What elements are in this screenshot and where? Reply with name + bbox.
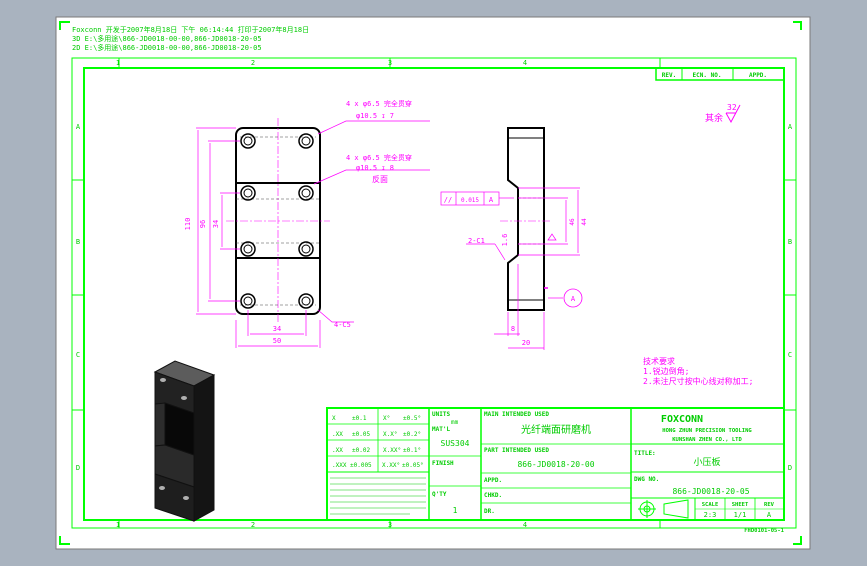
cad-drawing-sheet: Foxconn 开发于2007年8月18日 下午 06:14:44 打印于200… bbox=[0, 0, 867, 562]
main-used-label: MAIN INTENDED USED bbox=[484, 411, 549, 418]
notes-line-1: 1.锐边倒角; bbox=[643, 366, 689, 376]
dim-hole-spacing: 34 bbox=[212, 220, 220, 228]
sheet-value: 1/1 bbox=[734, 511, 747, 519]
tolerance-value: 0.015 bbox=[461, 197, 479, 204]
tol-r2-c4: ±0.2° bbox=[403, 431, 421, 438]
tol-r3-c1: .XX bbox=[332, 447, 343, 454]
dim-side-angle: 1.6 bbox=[501, 234, 509, 247]
callout-hole1-line1: 4 x φ6.5 完全贯穿 bbox=[346, 99, 412, 108]
zone-col-3-bottom: 3 bbox=[388, 521, 392, 529]
chkd-label: CHKD. bbox=[484, 492, 502, 499]
dwg-label: DWG NO. bbox=[634, 476, 659, 483]
company-name: FOXCONN bbox=[661, 414, 703, 425]
zone-col-1-bottom: 1 bbox=[116, 521, 120, 529]
sheet-label: SHEET bbox=[732, 502, 749, 508]
qty-value: 1 bbox=[453, 506, 458, 515]
material-label: MAT'L bbox=[432, 426, 450, 433]
part-used-value: 866-JD0018-20-00 bbox=[517, 460, 594, 469]
callout-hole2-line1: 4 x φ6.5 完全贯穿 bbox=[346, 153, 412, 162]
dim-overall-width: 50 bbox=[273, 337, 281, 345]
callout-side-chamfer: 2-C1 bbox=[468, 237, 485, 245]
main-used-value: 光纤端面研磨机 bbox=[521, 423, 591, 436]
tol-r1-c2: ±0.1 bbox=[352, 415, 367, 422]
tol-r2-c3: X.X° bbox=[383, 431, 397, 438]
form-code: FHD0101-05-1 bbox=[744, 528, 784, 534]
zone-row-d-right: D bbox=[788, 464, 792, 472]
zone-col-1-top: 1 bbox=[116, 59, 120, 67]
tol-r4-c4: ±0.05° bbox=[402, 462, 424, 469]
scale-label: SCALE bbox=[702, 502, 719, 508]
qty-label: Q'TY bbox=[432, 491, 447, 498]
dim-inner-height: 96 bbox=[199, 220, 207, 228]
tol-r1-c3: X° bbox=[383, 415, 390, 422]
title-label: TITLE: bbox=[634, 450, 656, 457]
dwg-value: 866-JD0018-20-05 bbox=[672, 487, 749, 496]
part-used-label: PART INTENDED USED bbox=[484, 447, 549, 454]
finish-label: FINISH bbox=[432, 460, 454, 467]
zone-row-c-right: C bbox=[788, 351, 792, 359]
header-line-1: Foxconn 开发于2007年8月18日 下午 06:14:44 打印于200… bbox=[72, 25, 309, 34]
units-value: mm bbox=[451, 419, 459, 426]
title-value: 小压板 bbox=[693, 456, 720, 468]
ecn-header: ECN. NO. bbox=[693, 72, 722, 79]
zone-row-c-left: C bbox=[76, 351, 80, 359]
zone-row-d-left: D bbox=[76, 464, 80, 472]
tol-r3-c4: ±0.1° bbox=[403, 447, 421, 454]
dim-side-w2: 20 bbox=[522, 339, 530, 347]
zone-row-b-left: B bbox=[76, 238, 80, 246]
dim-side-w1: 8 bbox=[511, 325, 515, 333]
rev-label: REV bbox=[764, 502, 775, 508]
tol-r2-c2: ±0.05 bbox=[352, 431, 370, 438]
callout-corner-chamfer: 4-C5 bbox=[334, 321, 351, 329]
callout-hole2-line3: 反面 bbox=[372, 174, 388, 184]
tolerance-symbol: // bbox=[444, 196, 452, 204]
company-sub-2: KUNSHAN ZHEN CO., LTD bbox=[672, 437, 742, 443]
appd-header: APPD. bbox=[749, 72, 767, 79]
tol-r3-c2: ±0.02 bbox=[352, 447, 370, 454]
material-value: SUS304 bbox=[441, 439, 470, 448]
header-line-3: 2D E:\多用途\866-JD0018-00-00,866-JD0018-20… bbox=[72, 43, 262, 52]
tol-r1-c4: ±0.5° bbox=[403, 415, 421, 422]
notes-title: 技术要求 bbox=[643, 356, 675, 366]
surface-finish-label: 其余 bbox=[705, 112, 723, 124]
scale-value: 2:3 bbox=[704, 511, 717, 519]
rev-header: REV. bbox=[662, 72, 676, 79]
header-line-2: 3D E:\多用途\866-JD0018-00-00,866-JD0018-20… bbox=[72, 34, 262, 43]
zone-col-3-top: 3 bbox=[388, 59, 392, 67]
isometric-view bbox=[153, 360, 216, 522]
dim-hole-width: 34 bbox=[273, 325, 281, 333]
units-label: UNITS bbox=[432, 411, 450, 418]
zone-row-b-right: B bbox=[788, 238, 792, 246]
notes-line-2: 2.未注尺寸按中心线对称加工; bbox=[643, 376, 753, 386]
callout-hole2-line2: φ10.5 ↧ 8 bbox=[356, 164, 394, 172]
appd-label: APPD. bbox=[484, 477, 502, 484]
surface-finish-value: 32 bbox=[727, 103, 737, 112]
company-sub-1: HONG ZHUN PRECISION TOOLING bbox=[662, 428, 752, 434]
tol-r1-c1: X bbox=[332, 415, 336, 422]
callout-hole1-line2: φ10.5 ↧ 7 bbox=[356, 112, 394, 120]
zone-col-4-bottom: 4 bbox=[523, 521, 527, 529]
tol-r3-c3: X.XX° bbox=[383, 447, 401, 454]
tol-r2-c1: .XX bbox=[332, 431, 343, 438]
drawing-canvas[interactable]: Foxconn 开发于2007年8月18日 下午 06:14:44 打印于200… bbox=[0, 0, 867, 562]
tol-r4-c1: .XXX bbox=[332, 462, 347, 469]
zone-col-2-bottom: 2 bbox=[251, 521, 255, 529]
tol-r4-c2: ±0.005 bbox=[350, 462, 372, 469]
dim-side-h2: 44 bbox=[581, 218, 588, 226]
tol-r4-c3: X.XX° bbox=[382, 462, 400, 469]
dim-overall-height: 110 bbox=[184, 218, 192, 231]
dr-label: DR. bbox=[484, 508, 495, 515]
zone-col-4-top: 4 bbox=[523, 59, 527, 67]
zone-col-2-top: 2 bbox=[251, 59, 255, 67]
dim-side-h1: 46 bbox=[569, 218, 576, 226]
